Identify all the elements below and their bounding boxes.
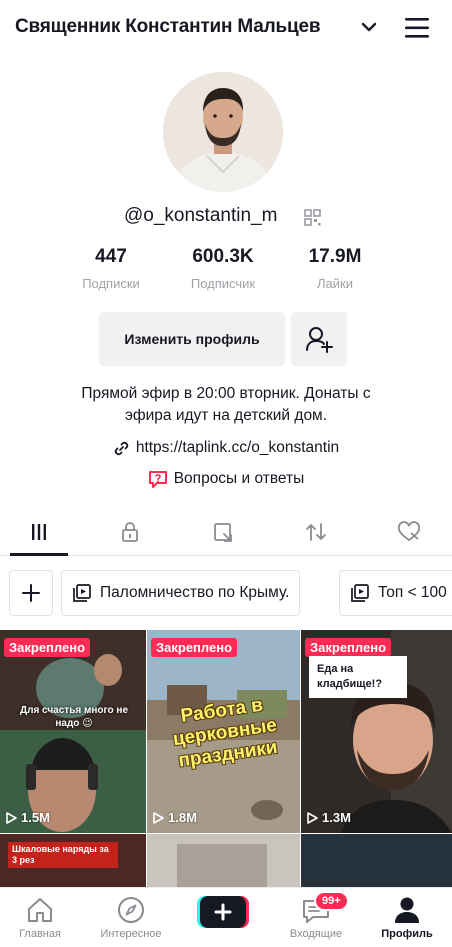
nav-profile[interactable]: Профиль xyxy=(367,888,447,947)
edit-profile-button[interactable]: Изменить профиль xyxy=(99,312,285,366)
pinned-badge: Закреплено xyxy=(305,638,392,657)
stat-value: 600.3K xyxy=(192,246,254,267)
playlist-label: Паломничество по Крыму. xyxy=(100,584,290,601)
video-caption: Шкаловые наряды за 3 рез xyxy=(8,842,118,868)
view-count: 1.3M xyxy=(307,810,351,825)
qr-code-icon[interactable] xyxy=(304,209,321,226)
nav-label: Главная xyxy=(19,928,61,940)
bottom-nav: Главная Интересное Входящие 99+ Профиль xyxy=(0,887,452,947)
nav-discover[interactable]: Интересное xyxy=(91,888,171,947)
nav-home[interactable]: Главная xyxy=(0,888,80,947)
handle-row: @o_konstantin_m xyxy=(0,205,452,231)
top-bar: Священник Константин Мальцев xyxy=(0,0,452,58)
profile-handle: @o_konstantin_m xyxy=(124,205,278,226)
tab-reposts[interactable] xyxy=(195,510,253,554)
swap-arrows-icon xyxy=(306,523,326,541)
nav-label: Интересное xyxy=(100,928,162,940)
stat-followers[interactable]: 600.3K Подписчик xyxy=(173,246,273,291)
add-playlist-button[interactable] xyxy=(9,570,53,616)
playlist-chip[interactable]: Паломничество по Крыму. xyxy=(61,570,301,616)
inbox-badge: 99+ xyxy=(314,891,349,911)
view-count-value: 1.8M xyxy=(168,810,197,825)
qa-row[interactable]: Вопросы и ответы xyxy=(0,468,452,490)
video-thumbnail[interactable]: Закреплено Работа в церковные праздники … xyxy=(147,630,300,833)
bio-line: Прямой эфир в 20:00 вторник. Донаты с xyxy=(81,385,371,402)
video-caption: Еда на кладбище!? xyxy=(309,656,407,698)
content-tabs xyxy=(0,510,452,556)
pinned-badge: Закреплено xyxy=(151,638,238,657)
tab-liked[interactable] xyxy=(380,510,438,554)
stat-label: Подписки xyxy=(82,276,140,291)
chevron-down-icon[interactable] xyxy=(360,16,378,38)
play-icon xyxy=(153,811,164,824)
video-thumbnail[interactable]: Шкаловые наряды за 3 рез xyxy=(0,834,146,887)
pinned-badge: Закреплено xyxy=(4,638,91,657)
video-caption: Для счастья много не надо 😉 xyxy=(19,705,129,729)
video-thumbnail[interactable] xyxy=(147,834,300,887)
video-grid: Закреплено Для счастья много не надо 😉 1… xyxy=(0,630,452,887)
bio-line: эфира идут на детский дом. xyxy=(124,407,328,424)
video-thumbnail[interactable] xyxy=(301,834,452,887)
create-button[interactable] xyxy=(197,896,249,928)
link-icon xyxy=(114,441,129,455)
bio-link[interactable]: https://taplink.cc/o_konstantin xyxy=(136,439,339,457)
stat-label: Лайки xyxy=(317,276,353,291)
question-bubble-icon xyxy=(148,471,167,488)
tab-private[interactable] xyxy=(101,510,159,554)
view-count: 1.8M xyxy=(153,810,197,825)
account-name[interactable]: Священник Константин Мальцев xyxy=(15,16,320,38)
bio-link-row[interactable]: https://taplink.cc/o_konstantin xyxy=(0,437,452,459)
playlist-icon xyxy=(351,584,369,602)
view-count-value: 1.3M xyxy=(322,810,351,825)
playlist-chip[interactable]: Топ < 100 xyxy=(339,570,452,616)
compass-icon xyxy=(118,897,144,923)
nav-label: Входящие xyxy=(289,928,343,940)
view-count-value: 1.5M xyxy=(21,810,50,825)
home-icon xyxy=(28,898,52,922)
play-icon xyxy=(6,811,17,824)
nav-label: Профиль xyxy=(381,928,433,940)
plus-icon xyxy=(22,584,40,602)
play-icon xyxy=(307,811,318,824)
profile-icon xyxy=(395,897,419,923)
tab-videos[interactable] xyxy=(10,510,68,556)
menu-icon[interactable] xyxy=(403,15,431,41)
profile-bio: Прямой эфир в 20:00 вторник. Донаты с эф… xyxy=(20,383,432,427)
qa-label[interactable]: Вопросы и ответы xyxy=(174,470,305,488)
repost-doc-icon xyxy=(214,523,232,542)
view-count: 1.5M xyxy=(6,810,50,825)
video-thumbnail[interactable]: Закреплено Для счастья много не надо 😉 1… xyxy=(0,630,146,833)
add-user-icon xyxy=(306,327,333,353)
stat-label: Подписчик xyxy=(190,276,256,291)
playlist-row: Паломничество по Крыму. Топ < 100 xyxy=(0,570,452,618)
grid-icon xyxy=(32,524,46,540)
tab-shared[interactable] xyxy=(287,510,345,554)
video-thumbnail[interactable]: Закреплено Еда на кладбище!? 1.3M xyxy=(301,630,452,833)
playlist-label: Топ < 100 xyxy=(378,584,447,601)
stat-value: 17.9M xyxy=(308,246,362,267)
playlist-icon xyxy=(73,584,91,602)
stat-value: 447 xyxy=(95,246,127,267)
lock-icon xyxy=(122,522,138,542)
stat-following[interactable]: 447 Подписки xyxy=(61,246,161,291)
heart-hidden-icon xyxy=(397,521,421,542)
add-friend-button[interactable] xyxy=(291,312,347,366)
avatar[interactable] xyxy=(163,72,283,192)
stat-likes[interactable]: 17.9M Лайки xyxy=(285,246,385,291)
